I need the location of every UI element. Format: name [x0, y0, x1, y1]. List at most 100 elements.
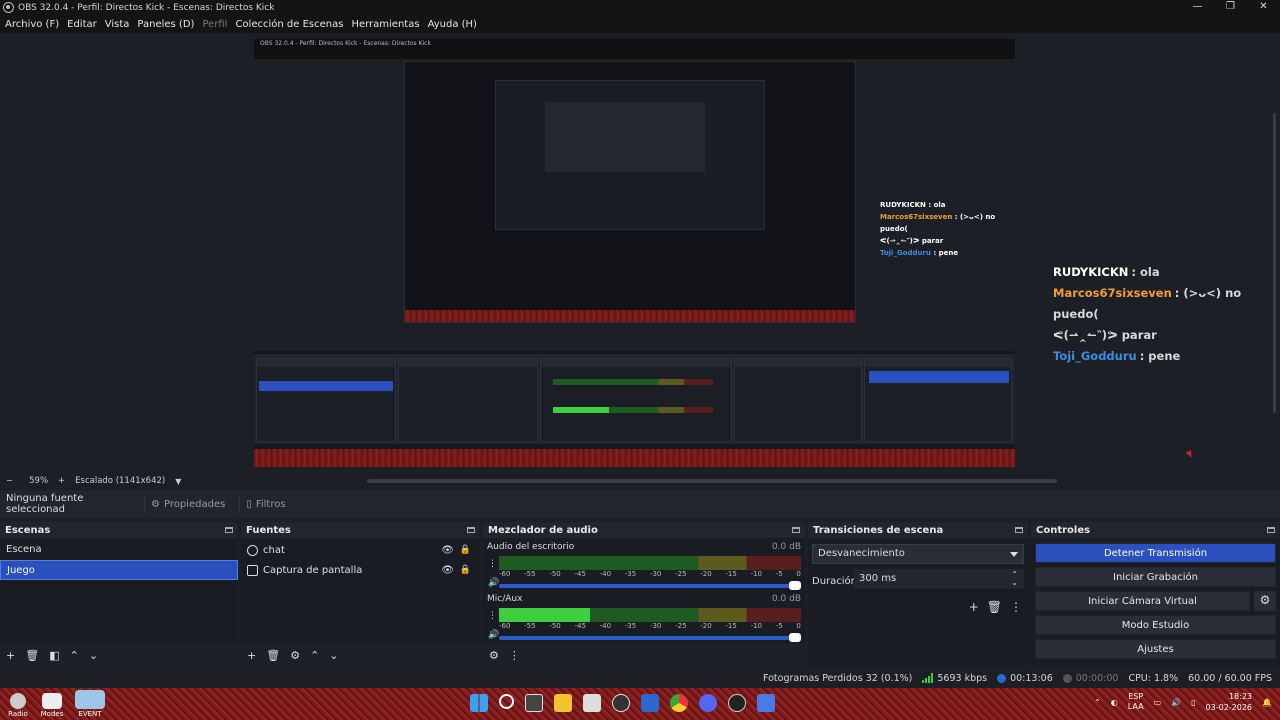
- undock-icon[interactable]: [792, 527, 800, 533]
- virtual-camera-settings-gear-icon[interactable]: ⚙: [1254, 591, 1276, 611]
- remove-transition-icon[interactable]: 🗑: [987, 600, 1002, 614]
- stop-streaming-button[interactable]: Detener Transmisión: [1035, 543, 1276, 563]
- move-up-icon[interactable]: ⌃: [70, 649, 79, 662]
- app-blue-icon[interactable]: [757, 694, 775, 712]
- lock-icon[interactable]: 🔒: [460, 545, 471, 555]
- undock-icon[interactable]: [225, 527, 233, 533]
- remove-scene-icon[interactable]: 🗑: [25, 649, 39, 662]
- network-icon[interactable]: ▭: [1154, 698, 1162, 707]
- scene-item[interactable]: Escena: [0, 540, 238, 560]
- window-controls: — ❐ ✕: [1181, 0, 1280, 15]
- clock[interactable]: 18:23 03-02-2026: [1206, 691, 1253, 713]
- dropped-frames: Fotogramas Perdidos 32 (0.1%): [762, 672, 913, 684]
- minimize-button[interactable]: —: [1181, 0, 1214, 15]
- source-item-chat[interactable]: chat 👁 🔒: [241, 540, 480, 560]
- settings-button[interactable]: Ajustes: [1035, 639, 1276, 659]
- studio-mode-button[interactable]: Modo Estudio: [1035, 615, 1276, 635]
- transition-select[interactable]: Desvanecimiento: [812, 544, 1024, 564]
- steam-icon[interactable]: [728, 694, 746, 712]
- windows-start-icon[interactable]: [470, 694, 488, 712]
- menu-paneles[interactable]: Paneles (D): [137, 19, 194, 30]
- controls-body: Detener Transmisión Iniciar Grabación In…: [1031, 538, 1280, 666]
- tick-label: -15: [725, 570, 737, 578]
- tray-overflow-chevron-icon[interactable]: ⌃: [1094, 698, 1101, 707]
- menu-ayuda[interactable]: Ayuda (H): [428, 19, 477, 30]
- zoom-out-button[interactable]: −: [6, 476, 13, 486]
- undock-icon[interactable]: [1267, 527, 1275, 533]
- editor-icon[interactable]: [641, 694, 659, 712]
- menu-herramientas[interactable]: Herramientas: [351, 19, 419, 30]
- file-explorer-icon[interactable]: [554, 694, 572, 712]
- undock-icon[interactable]: [467, 527, 475, 533]
- desktop-app-radio[interactable]: Radio: [4, 690, 32, 718]
- nested-inner-capture: [545, 102, 705, 172]
- channel-menu-icon[interactable]: ⋮: [488, 559, 497, 569]
- volume-slider[interactable]: [499, 581, 801, 590]
- visibility-eye-icon[interactable]: 👁: [441, 545, 454, 556]
- speaker-icon[interactable]: 🔊: [488, 630, 499, 640]
- volume-slider-handle[interactable]: [789, 581, 801, 590]
- preview-canvas[interactable]: OBS 32.0.4 - Perfil: Directos Kick - Esc…: [254, 39, 1015, 467]
- spin-arrows-icon[interactable]: ⌃ ⌄: [1011, 571, 1018, 587]
- notifications-bell-icon[interactable]: 🔔: [1262, 698, 1272, 707]
- preview-vertical-scrollbar[interactable]: [1273, 113, 1276, 413]
- properties-button[interactable]: ⚙ Propiedades: [144, 495, 231, 513]
- duration-spinbox[interactable]: 300 ms ⌃ ⌄: [854, 569, 1024, 589]
- obs-taskbar-icon[interactable]: [612, 694, 630, 712]
- volume-icon[interactable]: 🔊: [1171, 698, 1181, 707]
- filters-button[interactable]: ▯ Filtros: [239, 495, 291, 513]
- store-icon[interactable]: [583, 694, 601, 712]
- nested-docks: [254, 354, 1015, 444]
- volume-meter-level: [499, 608, 590, 622]
- tray-app-icon[interactable]: ◐: [1111, 698, 1118, 707]
- speaker-icon[interactable]: 🔊: [488, 578, 499, 588]
- maximize-button[interactable]: ❐: [1214, 0, 1247, 15]
- undock-icon[interactable]: [1015, 527, 1023, 533]
- mixer-menu-icon[interactable]: ⋮: [509, 649, 520, 662]
- battery-icon[interactable]: ▯: [1191, 698, 1195, 707]
- start-virtual-camera-button[interactable]: Iniciar Cámara Virtual: [1035, 591, 1250, 611]
- nested-stop-stream: [869, 371, 1009, 383]
- zoom-in-button[interactable]: +: [58, 476, 65, 486]
- menu-vista[interactable]: Vista: [105, 19, 130, 30]
- nested-taskbar: [254, 449, 1015, 467]
- nested-chat-msg: : ola: [928, 201, 946, 209]
- scene-item-selected[interactable]: Juego: [0, 560, 238, 580]
- channel-menu-icon[interactable]: ⋮: [488, 611, 497, 621]
- remove-source-icon[interactable]: 🗑: [266, 649, 280, 662]
- preview-horizontal-scrollbar[interactable]: [367, 479, 1057, 483]
- task-view-icon[interactable]: [525, 694, 543, 712]
- advanced-audio-icon[interactable]: ⚙: [489, 649, 499, 662]
- volume-slider[interactable]: [499, 633, 801, 642]
- lock-icon[interactable]: 🔒: [460, 565, 471, 575]
- chrome-icon[interactable]: [670, 694, 688, 712]
- nested-titlebar: OBS 32.0.4 - Perfil: Directos Kick - Esc…: [254, 39, 1015, 49]
- add-transition-icon[interactable]: +: [969, 600, 979, 614]
- scenes-toolbar: + 🗑 ◧ ⌃ ⌄: [0, 644, 238, 666]
- source-item-display-capture[interactable]: Captura de pantalla 👁 🔒: [241, 560, 480, 580]
- visibility-eye-icon[interactable]: 👁: [441, 565, 454, 576]
- preview-area[interactable]: OBS 32.0.4 - Perfil: Directos Kick - Esc…: [0, 33, 1280, 474]
- scale-dropdown-caret-icon[interactable]: ▼: [175, 477, 181, 486]
- desktop-app-modes[interactable]: Modes: [38, 690, 66, 718]
- app-label: Radio: [8, 710, 28, 718]
- menu-editar[interactable]: Editar: [67, 19, 97, 30]
- scene-filters-icon[interactable]: ◧: [49, 649, 59, 662]
- menu-archivo[interactable]: Archivo (F): [5, 19, 59, 30]
- add-scene-icon[interactable]: +: [6, 649, 15, 662]
- move-up-icon[interactable]: ⌃: [310, 649, 319, 662]
- source-properties-gear-icon[interactable]: ⚙: [290, 649, 300, 662]
- add-source-icon[interactable]: +: [247, 649, 256, 662]
- discord-icon[interactable]: [699, 694, 717, 712]
- start-recording-button[interactable]: Iniciar Grabación: [1035, 567, 1276, 587]
- bitrate-indicator: 5693 kbps: [922, 673, 987, 684]
- move-down-icon[interactable]: ⌄: [329, 649, 338, 662]
- desktop-app-event[interactable]: EVENT: [72, 690, 108, 718]
- move-down-icon[interactable]: ⌄: [89, 649, 98, 662]
- transition-menu-icon[interactable]: ⋮: [1010, 600, 1022, 614]
- menu-coleccion-escenas[interactable]: Colección de Escenas: [235, 19, 343, 30]
- volume-slider-handle[interactable]: [789, 633, 801, 642]
- close-button[interactable]: ✕: [1247, 0, 1280, 15]
- language-indicator[interactable]: ESP LAA: [1128, 692, 1144, 712]
- search-icon[interactable]: [499, 694, 514, 709]
